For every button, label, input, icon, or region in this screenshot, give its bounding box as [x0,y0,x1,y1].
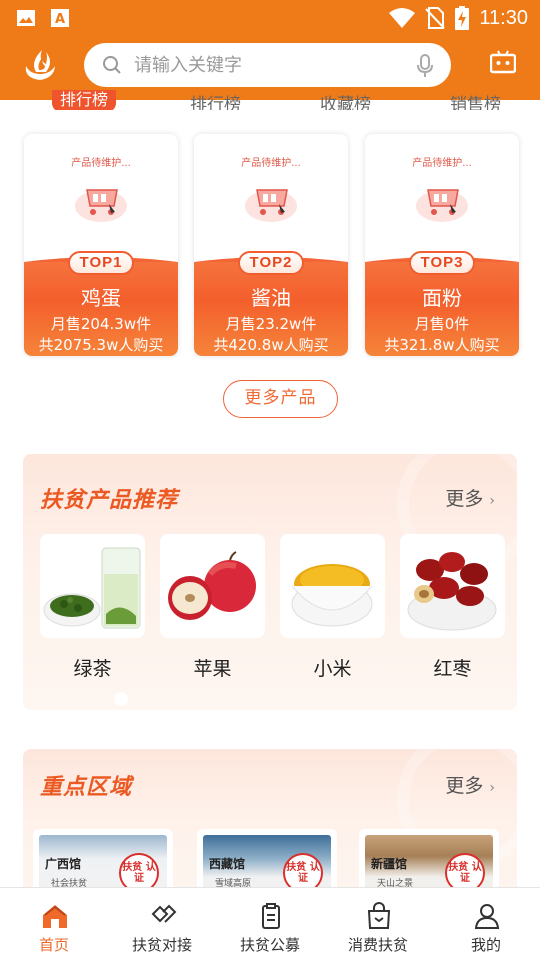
more-link-label: 更多 [445,775,484,797]
nav-consumption-poverty[interactable]: 消费扶贫 [324,888,432,961]
total-buyers: 共420.8w人购买 [213,336,329,354]
rank-badge: TOP3 [409,251,475,275]
red-dates-image [407,552,497,631]
carousel-indicator [114,692,128,706]
shopping-cart-placeholder-icon [245,189,297,222]
shopping-cart-placeholder-icon [75,189,127,222]
product-tile-green-tea[interactable] [40,534,145,638]
app-logo-icon[interactable] [20,44,60,84]
more-link[interactable]: 更多 › [445,484,495,511]
product-tile-red-dates[interactable] [400,534,505,638]
text-a-icon: A [51,9,69,27]
product-name: 红枣 [433,658,472,680]
tab-favorites[interactable]: 收藏榜 [320,90,371,110]
tab-sales[interactable]: 销售榜 [450,90,501,110]
nav-profile[interactable]: 我的 [432,888,540,961]
nav-label: 我的 [470,936,501,954]
product-name: 苹果 [193,658,232,680]
monthly-sales: 月售204.3w件 [50,315,152,333]
nav-label: 首页 [38,936,69,954]
nav-home[interactable]: 首页 [0,888,108,961]
total-buyers: 共2075.3w人购买 [38,336,164,354]
key-regions-section: 重点区域 更多 › 广西馆 社会扶贫 扶贫 认证 西藏馆 雪域高原 扶贫 认证 … [23,749,517,909]
region-label: 广西馆 [45,857,82,871]
monthly-sales: 月售0件 [414,315,470,333]
top-product-card[interactable]: 产品待维护... TOP3 面粉 月售0件 共321.8w人购买 [365,134,519,356]
product-name: 绿茶 [73,658,112,680]
placeholder-text: 产品待维护... [412,158,472,169]
nav-poverty-matching[interactable]: 扶贫对接 [108,888,216,961]
top-product-card[interactable]: 产品待维护... TOP2 酱油 月售23.2w件 共420.8w人购买 [194,134,348,356]
section-title: 重点区域 [40,775,133,800]
product-name: 小米 [313,658,352,680]
total-buyers: 共321.8w人购买 [384,336,500,354]
region-label: 新疆馆 [371,857,408,871]
section-title: 扶贫产品推荐 [40,488,179,513]
region-label: 西藏馆 [209,857,246,871]
svg-text:A: A [55,12,65,27]
microphone-icon[interactable] [417,54,433,78]
nav-label: 消费扶贫 [347,936,408,954]
nav-label: 扶贫对接 [131,936,192,954]
product-name: 酱油 [251,286,291,310]
placeholder-text: 产品待维护... [241,158,301,169]
green-tea-image [43,547,141,629]
ranking-tabs: 排行榜 排行榜 收藏榜 销售榜 [0,86,540,110]
clipboard-icon [262,903,280,929]
placeholder-text: 产品待维护... [71,158,131,169]
top-product-card[interactable]: 产品待维护... TOP1 鸡蛋 月售204.3w件 共2075.3w人购买 [24,134,178,356]
more-link-label: 更多 [445,488,484,510]
millet-image [291,564,373,627]
more-link[interactable]: 更多 › [445,771,495,798]
product-name: 面粉 [422,286,462,310]
poverty-products-section: 扶贫产品推荐 更多 › 绿茶 苹果 小米 红枣 [23,454,517,710]
battery-charging-icon [455,6,470,30]
search-input[interactable] [134,43,404,87]
more-products-button[interactable]: 更多产品 [223,380,338,418]
apple-image [168,551,256,620]
product-tile-apple[interactable] [160,534,265,638]
no-sim-icon [425,7,446,29]
shopping-bag-icon [367,902,391,929]
clock: 11:30 [479,6,528,29]
monthly-sales: 月售23.2w件 [225,315,317,333]
user-icon [474,904,500,929]
search-icon [103,56,121,74]
home-icon [43,905,67,928]
image-icon [17,10,35,26]
wifi-icon [389,8,416,28]
handshake-icon [151,904,177,923]
tab-ranking-2[interactable]: 排行榜 [190,90,241,110]
robot-icon[interactable] [490,50,516,74]
chevron-right-icon: › [489,493,495,509]
product-name: 鸡蛋 [81,286,121,310]
product-tile-millet[interactable] [280,534,385,638]
nav-poverty-fundraising[interactable]: 扶贫公募 [216,888,324,961]
rank-badge: TOP1 [68,251,134,275]
rank-badge: TOP2 [238,251,304,275]
tab-ranking[interactable]: 排行榜 [52,90,117,110]
status-bar: A 11:30 [0,0,540,38]
search-bar[interactable] [84,43,451,87]
nav-label: 扶贫公募 [239,936,300,954]
chevron-right-icon: › [489,780,495,796]
shopping-cart-placeholder-icon [416,189,468,222]
bottom-navigation: 首页 扶贫对接 扶贫公募 消费扶贫 我的 [0,887,540,960]
